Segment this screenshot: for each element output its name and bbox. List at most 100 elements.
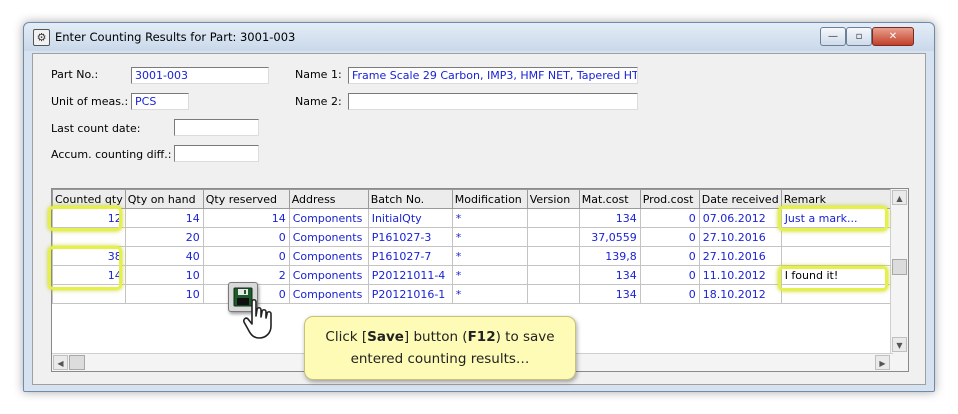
name2-label: Name 2: (295, 95, 342, 108)
version-cell (526, 284, 580, 304)
address-cell: Components (288, 246, 369, 266)
qty-reserved-cell: 0 (202, 227, 290, 247)
version-cell (526, 227, 580, 247)
remark-cell[interactable] (780, 227, 891, 247)
table-header-row: Counted qty Qty on hand Qty reserved Add… (52, 189, 891, 209)
scroll-up-icon[interactable]: ▲ (892, 190, 907, 205)
prod-cost-cell: 0 (639, 284, 700, 304)
table-row[interactable]: 10 0 Components P20121016-1 * 134 0 18.1… (52, 284, 891, 304)
maximize-button[interactable]: ▫ (846, 27, 872, 46)
prod-cost-cell: 0 (639, 246, 700, 266)
column-header[interactable]: Qty on hand (124, 189, 204, 209)
hand-pointer-icon (243, 298, 272, 339)
name1-label: Name 1: (295, 68, 342, 81)
address-cell: Components (288, 265, 369, 285)
column-header[interactable]: Address (288, 189, 369, 209)
mat-cost-cell: 134 (578, 208, 641, 228)
qty-on-hand-cell: 10 (124, 265, 204, 285)
scroll-right-icon[interactable]: ▶ (875, 355, 890, 370)
table-row[interactable]: 14 10 2 Components P20121011-4 * 134 0 1… (52, 265, 891, 285)
mat-cost-cell: 139,8 (578, 246, 641, 266)
name2-field[interactable] (348, 93, 638, 110)
address-cell: Components (288, 208, 369, 228)
column-header[interactable]: Modification (451, 189, 528, 209)
column-header[interactable]: Mat.cost (578, 189, 641, 209)
vertical-scroll-thumb[interactable] (892, 259, 907, 275)
accum-counting-diff-field[interactable] (174, 145, 259, 162)
minimize-button[interactable]: — (820, 27, 846, 46)
column-header[interactable]: Date received (698, 189, 782, 209)
mat-cost-cell: 134 (578, 284, 641, 304)
modification-cell: * (451, 246, 528, 266)
modification-cell: * (451, 227, 528, 247)
prod-cost-cell: 0 (639, 265, 700, 285)
counted-qty-cell[interactable] (52, 227, 126, 247)
date-received-cell: 11.10.2012 (698, 265, 782, 285)
batch-no-cell: P161027-3 (367, 227, 453, 247)
version-cell (526, 208, 580, 228)
last-count-date-label: Last count date: (51, 122, 141, 135)
callout-text-before: Click [ (325, 329, 368, 345)
date-received-cell: 18.10.2012 (698, 284, 782, 304)
counted-qty-cell[interactable]: 12 (52, 208, 126, 228)
qty-on-hand-cell: 20 (124, 227, 204, 247)
date-received-cell: 07.06.2012 (698, 208, 782, 228)
prod-cost-cell: 0 (639, 227, 700, 247)
qty-on-hand-cell: 10 (124, 284, 204, 304)
column-header[interactable]: Remark (780, 189, 891, 209)
instruction-callout: Click [Save] button (F12) to save entere… (304, 316, 576, 380)
batch-no-cell: InitialQty (367, 208, 453, 228)
qty-on-hand-cell: 14 (124, 208, 204, 228)
column-header[interactable]: Version (526, 189, 580, 209)
address-cell: Components (288, 227, 369, 247)
batch-no-cell: P20121011-4 (367, 265, 453, 285)
column-header[interactable]: Qty reserved (202, 189, 290, 209)
date-received-cell: 27.10.2016 (698, 227, 782, 247)
counting-table: Counted qty Qty on hand Qty reserved Add… (52, 189, 891, 304)
last-count-date-field[interactable] (174, 119, 259, 136)
remark-cell[interactable]: I found it! (780, 265, 891, 285)
remark-cell[interactable] (780, 246, 891, 266)
qty-reserved-cell: 14 (202, 208, 290, 228)
date-received-cell: 27.10.2016 (698, 246, 782, 266)
remark-cell[interactable]: Just a mark... (780, 208, 891, 228)
accum-counting-diff-label: Accum. counting diff.: (51, 148, 172, 161)
part-no-field[interactable]: 3001-003 (131, 67, 269, 84)
scroll-left-icon[interactable]: ◀ (53, 355, 68, 370)
qty-reserved-cell: 0 (202, 246, 290, 266)
vertical-scrollbar[interactable]: ▲ ▼ (890, 189, 908, 371)
mat-cost-cell: 134 (578, 265, 641, 285)
table-row[interactable]: 20 0 Components P161027-3 * 37,0559 0 27… (52, 227, 891, 247)
counted-qty-cell[interactable]: 14 (52, 265, 126, 285)
batch-no-cell: P161027-7 (367, 246, 453, 266)
version-cell (526, 246, 580, 266)
window-title: Enter Counting Results for Part: 3001-00… (55, 30, 296, 44)
callout-text-mid: ] button ( (403, 329, 468, 345)
column-header[interactable]: Prod.cost (639, 189, 700, 209)
remark-cell[interactable] (780, 284, 891, 304)
table-row[interactable]: 38 40 0 Components P161027-7 * 139,8 0 2… (52, 246, 891, 266)
modification-cell: * (451, 284, 528, 304)
column-header[interactable]: Batch No. (367, 189, 453, 209)
title-bar[interactable]: ⚙ Enter Counting Results for Part: 3001-… (24, 23, 934, 51)
callout-save-word: Save (367, 329, 404, 345)
settings-gear-icon: ⚙ (33, 29, 50, 46)
table-row[interactable]: 12 14 14 Components InitialQty * 134 0 0… (52, 208, 891, 228)
modification-cell: * (451, 265, 528, 285)
counted-qty-cell[interactable] (52, 284, 126, 304)
part-no-label: Part No.: (51, 68, 99, 81)
prod-cost-cell: 0 (639, 208, 700, 228)
column-header[interactable]: Counted qty (52, 189, 126, 209)
qty-on-hand-cell: 40 (124, 246, 204, 266)
scroll-down-icon[interactable]: ▼ (892, 337, 907, 352)
modification-cell: * (451, 208, 528, 228)
address-cell: Components (288, 284, 369, 304)
unit-of-measure-label: Unit of meas.: (51, 95, 129, 108)
horizontal-scroll-thumb[interactable] (69, 355, 85, 370)
name1-field[interactable]: Frame Scale 29 Carbon, IMP3, HMF NET, Ta… (348, 67, 638, 84)
counted-qty-cell[interactable]: 38 (52, 246, 126, 266)
callout-key: F12 (467, 329, 496, 345)
unit-of-measure-field[interactable]: PCS (131, 93, 189, 110)
close-button[interactable]: ✕ (872, 27, 914, 46)
mat-cost-cell: 37,0559 (578, 227, 641, 247)
